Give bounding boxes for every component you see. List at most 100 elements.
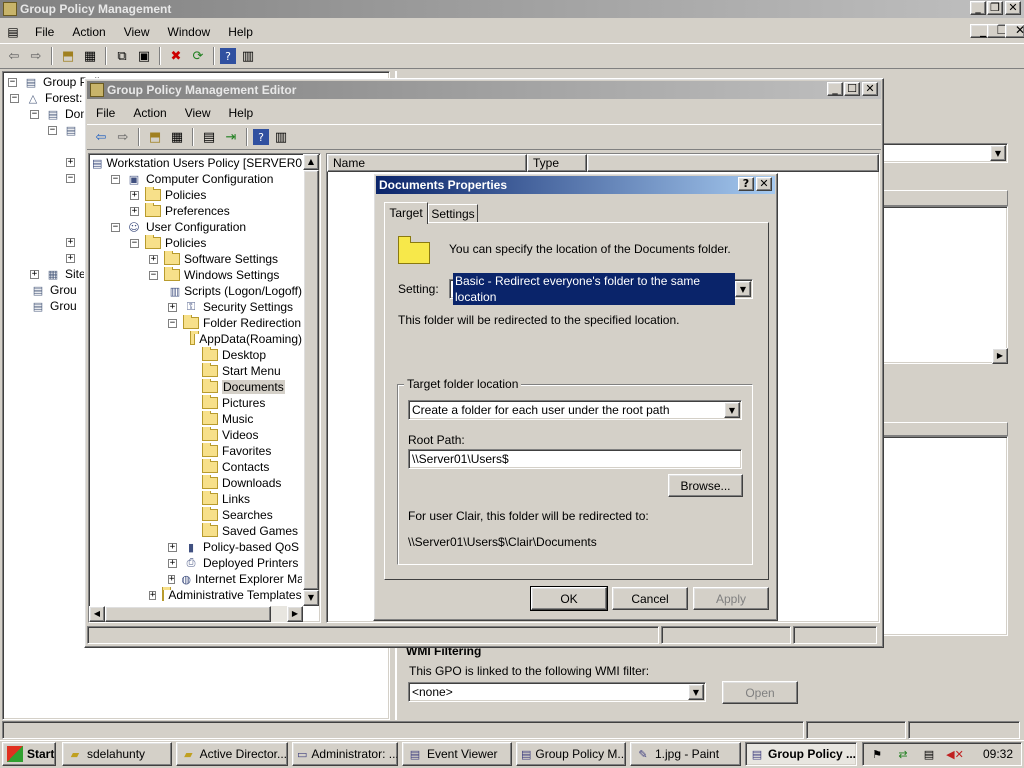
collapse-icon[interactable]: − xyxy=(8,77,17,87)
gpm-tree-item[interactable]: − ▤ Dom xyxy=(30,106,90,122)
editor-menu-view[interactable]: View xyxy=(176,106,220,120)
expand-icon[interactable]: + xyxy=(66,157,75,167)
expand-icon[interactable]: + xyxy=(130,190,139,200)
gpm-tree-item[interactable]: + xyxy=(66,234,81,250)
editor-menu-file[interactable]: File xyxy=(87,106,124,120)
editor-tree-item[interactable]: Documents xyxy=(187,379,285,395)
editor-close-button[interactable]: ✕ xyxy=(862,82,878,96)
editor-menu-help[interactable]: Help xyxy=(220,106,263,120)
editor-minimize-button[interactable]: _ xyxy=(827,82,843,96)
volume-icon[interactable]: ◀✕ xyxy=(946,747,964,761)
scroll-right-button[interactable]: ▶ xyxy=(992,348,1008,364)
collapse-icon[interactable]: − xyxy=(48,125,57,135)
collapse-icon[interactable]: − xyxy=(30,109,39,119)
gpm-tree-item[interactable]: ▤ Grou xyxy=(30,298,77,314)
taskbar-button[interactable]: ▭ Administrator: ... xyxy=(292,742,398,766)
editor-tree-item[interactable]: + Policies xyxy=(130,187,206,203)
collapse-icon[interactable]: − xyxy=(149,270,158,280)
taskbar-button[interactable]: ▤ Group Policy ... xyxy=(745,742,857,766)
tab-settings[interactable]: Settings xyxy=(428,204,478,223)
editor-tree-item[interactable]: Contacts xyxy=(187,459,269,475)
taskbar-button[interactable]: ▰ sdelahunty xyxy=(62,742,172,766)
expand-icon[interactable]: + xyxy=(168,302,177,312)
child-close-button[interactable]: ✕ xyxy=(1005,24,1024,38)
help-icon[interactable]: ? xyxy=(253,129,269,145)
menu-file[interactable]: File xyxy=(26,25,63,39)
editor-tree-item[interactable]: + ⚿ Security Settings xyxy=(168,299,293,315)
editor-tree-item[interactable]: Desktop xyxy=(187,347,266,363)
dialog-title-bar[interactable]: Documents Properties ? ✕ xyxy=(376,176,775,194)
menu-view[interactable]: View xyxy=(115,25,159,39)
editor-tree-item[interactable]: ▥ Scripts (Logon/Logoff) xyxy=(168,283,302,299)
restore-button[interactable]: ❐ xyxy=(987,1,1003,15)
expand-icon[interactable]: + xyxy=(168,574,176,584)
child-restore-button[interactable]: ❐ xyxy=(987,24,1008,38)
menu-action[interactable]: Action xyxy=(63,25,114,39)
expand-icon[interactable]: + xyxy=(168,542,177,552)
dialog-close-button[interactable]: ✕ xyxy=(756,177,772,191)
editor-tree-item[interactable]: − ☺ User Configuration xyxy=(111,219,246,235)
close-button[interactable]: ✕ xyxy=(1005,1,1021,15)
editor-tree-item[interactable]: − Policies xyxy=(130,235,206,251)
editor-tree-item[interactable]: Pictures xyxy=(187,395,265,411)
gpm-tree-item[interactable]: − △ Forest: xyxy=(10,90,82,106)
editor-tree-item[interactable]: Music xyxy=(187,411,253,427)
dialog-help-button[interactable]: ? xyxy=(738,177,754,191)
collapse-icon[interactable]: − xyxy=(66,173,75,183)
chevron-down-icon[interactable]: ▼ xyxy=(724,402,740,418)
scroll-down-button[interactable]: ▼ xyxy=(303,590,319,606)
chevron-down-icon[interactable]: ▼ xyxy=(735,281,751,297)
editor-title-bar[interactable]: Group Policy Management Editor _ ☐ ✕ xyxy=(87,81,881,99)
tree-vscrollbar[interactable]: ▲ ▼ xyxy=(303,154,319,606)
help-icon[interactable]: ? xyxy=(220,48,236,64)
collapse-icon[interactable]: − xyxy=(111,174,120,184)
gpm-tree-item[interactable]: − ▤ xyxy=(48,122,83,138)
up-folder-icon[interactable]: ⬒ xyxy=(58,46,78,66)
editor-tree-item[interactable]: Saved Games xyxy=(187,523,298,539)
target-location-select[interactable]: Create a folder for each user under the … xyxy=(408,400,742,420)
editor-tree-item[interactable]: + Preferences xyxy=(130,203,230,219)
gpm-right-list[interactable] xyxy=(882,206,1008,364)
export-list-icon[interactable]: ⇥ xyxy=(221,127,241,147)
cancel-button[interactable]: Cancel xyxy=(612,587,688,610)
expand-icon[interactable]: + xyxy=(168,558,177,568)
editor-tree-item[interactable]: + ◍Internet Explorer Mainte xyxy=(168,571,302,587)
editor-tree-item[interactable]: + ▮ Policy-based QoS xyxy=(168,539,299,555)
action-pane-icon[interactable]: ▥ xyxy=(271,127,291,147)
editor-tree-item[interactable]: − ▣ Computer Configuration xyxy=(111,171,273,187)
back-icon[interactable]: ⇦ xyxy=(91,127,111,147)
editor-tree-item[interactable]: ▤Workstation Users Policy [SERVER01.WI xyxy=(92,155,302,171)
gpm-tree-item[interactable]: ▤ Grou xyxy=(30,282,77,298)
editor-tree-item[interactable]: Searches xyxy=(187,507,273,523)
gpm-right-list-2[interactable] xyxy=(882,436,1008,636)
gpm-title-bar[interactable]: Group Policy Management _ ❐ ✕ xyxy=(0,0,1024,18)
tree-hscrollbar[interactable]: ◀ ▶ xyxy=(89,606,303,622)
expand-icon[interactable]: + xyxy=(66,237,75,247)
gpm-tree-item[interactable]: − xyxy=(66,170,81,186)
collapse-icon[interactable]: − xyxy=(130,238,139,248)
minimize-button[interactable]: _ xyxy=(970,1,986,15)
editor-tree-item[interactable]: Downloads xyxy=(187,475,281,491)
wmi-filter-select[interactable]: <none> ▼ xyxy=(408,682,706,702)
properties-icon[interactable]: ▤ xyxy=(199,127,219,147)
expand-icon[interactable]: + xyxy=(149,590,157,600)
scroll-right-button[interactable]: ▶ xyxy=(287,606,303,622)
editor-tree-item[interactable]: − Windows Settings xyxy=(149,267,279,283)
editor-menu-action[interactable]: Action xyxy=(124,106,175,120)
menu-window[interactable]: Window xyxy=(159,25,220,39)
setting-select[interactable]: Basic - Redirect everyone's folder to th… xyxy=(449,273,753,305)
collapse-icon[interactable]: − xyxy=(168,318,177,328)
properties-icon[interactable]: ▥ xyxy=(238,46,258,66)
editor-tree-item[interactable]: − Folder Redirection xyxy=(168,315,301,331)
start-button[interactable]: Start xyxy=(2,742,56,766)
ok-button[interactable]: OK xyxy=(530,586,608,611)
expand-icon[interactable]: + xyxy=(30,269,39,279)
editor-tree-item[interactable]: Videos xyxy=(187,427,258,443)
chevron-down-icon[interactable]: ▼ xyxy=(688,684,704,700)
copy-icon[interactable]: ⧉ xyxy=(112,46,132,66)
editor-tree-item[interactable]: Start Menu xyxy=(187,363,281,379)
forward-icon[interactable]: ⇨ xyxy=(113,127,133,147)
show-hide-tree-icon[interactable]: ▦ xyxy=(80,46,100,66)
refresh-icon[interactable]: ⟳ xyxy=(188,46,208,66)
chevron-down-icon[interactable]: ▼ xyxy=(990,145,1006,161)
